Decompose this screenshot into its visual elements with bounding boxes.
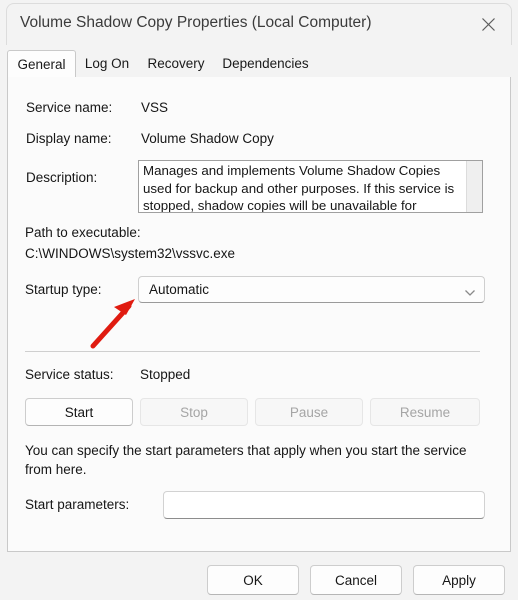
description-scrollbar[interactable]: [466, 161, 482, 212]
startup-type-dropdown[interactable]: Automatic: [138, 276, 485, 303]
description-text: Manages and implements Volume Shadow Cop…: [143, 163, 455, 213]
service-status-value: Stopped: [140, 367, 191, 382]
start-parameters-help-text: You can specify the start parameters tha…: [25, 443, 467, 477]
description-textbox[interactable]: Manages and implements Volume Shadow Cop…: [138, 160, 483, 213]
tab-dependencies-label: Dependencies: [222, 56, 309, 71]
cancel-button[interactable]: Cancel: [310, 565, 402, 595]
window-title: Volume Shadow Copy Properties (Local Com…: [20, 14, 372, 31]
tab-recovery[interactable]: Recovery: [138, 50, 214, 78]
tab-strip-filler: [317, 50, 511, 78]
title-bar: Volume Shadow Copy Properties (Local Com…: [6, 3, 512, 45]
tab-general[interactable]: General: [7, 50, 76, 78]
tab-dependencies[interactable]: Dependencies: [214, 50, 317, 78]
ok-button-label: OK: [243, 572, 263, 588]
resume-button: Resume: [370, 398, 480, 426]
apply-button[interactable]: Apply: [413, 565, 505, 595]
stop-button-label: Stop: [180, 404, 208, 420]
description-label: Description:: [26, 170, 98, 185]
display-name-value: Volume Shadow Copy: [141, 131, 274, 146]
tab-log-on[interactable]: Log On: [76, 50, 138, 78]
start-button-label: Start: [64, 404, 94, 420]
close-icon[interactable]: [466, 4, 511, 44]
path-to-executable-label: Path to executable:: [25, 225, 141, 240]
service-properties-dialog: Volume Shadow Copy Properties (Local Com…: [0, 0, 518, 600]
section-divider: [25, 351, 480, 352]
tab-recovery-label: Recovery: [147, 56, 205, 71]
startup-type-label: Startup type:: [25, 282, 102, 297]
startup-type-value: Automatic: [149, 282, 210, 297]
display-name-label: Display name:: [26, 131, 112, 146]
tab-log-on-label: Log On: [84, 56, 130, 71]
pause-button: Pause: [255, 398, 363, 426]
pause-button-label: Pause: [289, 404, 329, 420]
cancel-button-label: Cancel: [334, 572, 378, 588]
start-parameters-label: Start parameters:: [25, 497, 130, 512]
chevron-down-icon: [464, 285, 476, 296]
resume-button-label: Resume: [399, 404, 451, 420]
start-button[interactable]: Start: [25, 398, 133, 426]
service-name-label: Service name:: [26, 100, 113, 115]
path-to-executable-value: C:\WINDOWS\system32\vssvc.exe: [25, 246, 236, 261]
general-tab-panel: Service name: VSS Display name: Volume S…: [7, 77, 511, 552]
service-name-value: VSS: [141, 100, 169, 115]
ok-button[interactable]: OK: [207, 565, 299, 595]
tab-general-label: General: [17, 56, 66, 72]
start-parameters-input[interactable]: [163, 491, 485, 519]
stop-button: Stop: [140, 398, 248, 426]
tab-strip: General Log On Recovery Dependencies: [7, 50, 511, 78]
apply-button-label: Apply: [442, 572, 476, 588]
service-status-label: Service status:: [25, 367, 114, 382]
